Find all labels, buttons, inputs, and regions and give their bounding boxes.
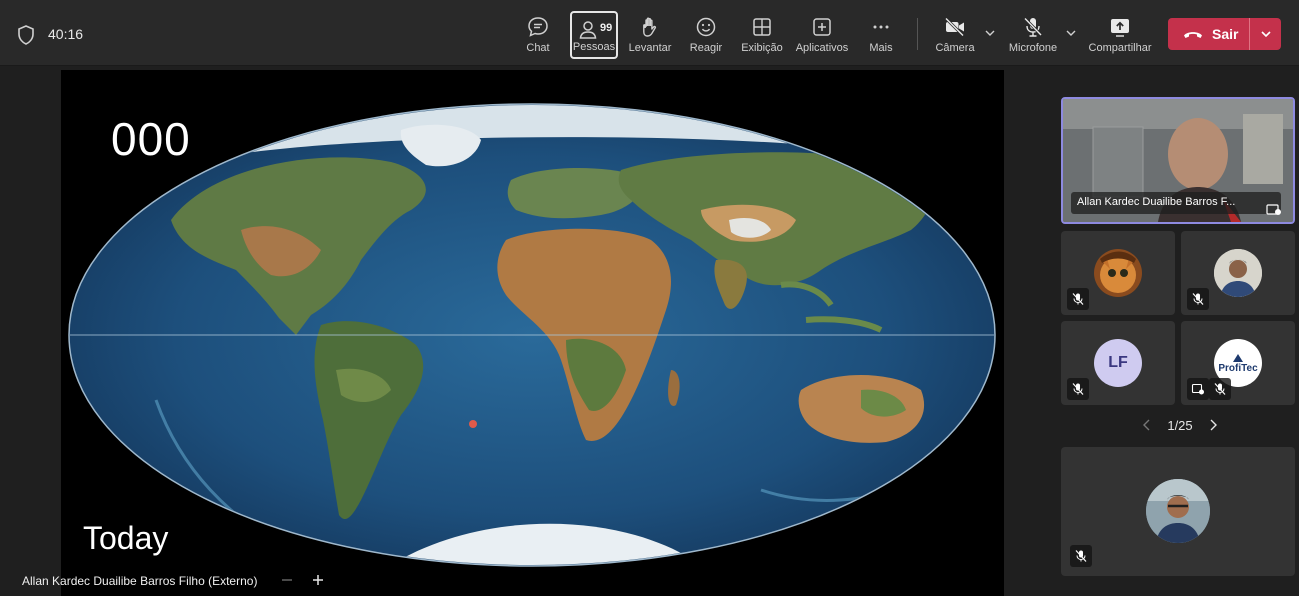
- plus-icon: [313, 575, 323, 585]
- person-photo-image: [1214, 249, 1262, 297]
- muted-indicator: [1067, 288, 1089, 310]
- featured-participant-tile[interactable]: Allan Kardec Duailibe Barros F...: [1061, 97, 1295, 224]
- muted-indicator: [1187, 288, 1209, 310]
- grid-icon: [753, 18, 771, 36]
- chat-label: Chat: [526, 42, 550, 54]
- hand-icon: [643, 17, 657, 37]
- apps-button[interactable]: Aplicativos: [794, 10, 850, 58]
- chevron-down-icon: [1260, 31, 1271, 38]
- participant-pager: 1/25: [1140, 416, 1220, 434]
- initials-avatar: LF: [1094, 339, 1142, 387]
- leave-options-button[interactable]: [1250, 18, 1281, 50]
- mic-off-icon: [1072, 383, 1084, 395]
- previous-page-chevron-icon[interactable]: [1140, 418, 1154, 432]
- camera-off-icon: [944, 17, 965, 37]
- chat-button[interactable]: Chat: [520, 10, 556, 58]
- participant-avatar: [1214, 249, 1262, 297]
- zoom-out-button[interactable]: [280, 570, 294, 590]
- person-photo-image: [1146, 479, 1210, 543]
- more-label: Mais: [869, 42, 893, 54]
- self-view-tile[interactable]: [1061, 447, 1295, 576]
- participant-avatar: [1094, 249, 1142, 297]
- profitec-logo-text: ProfiTec: [1218, 362, 1258, 374]
- mic-options-chevron-icon[interactable]: [1064, 26, 1078, 40]
- camera-button[interactable]: Câmera: [933, 10, 977, 58]
- zoom-in-button[interactable]: [311, 569, 325, 589]
- share-label: Compartilhar: [1088, 42, 1152, 54]
- raise-label: Levantar: [628, 42, 672, 54]
- muted-indicator: [1070, 545, 1092, 567]
- smiley-icon: [696, 17, 716, 37]
- people-count-badge: 99: [600, 22, 613, 34]
- participant-tile-puss[interactable]: [1061, 231, 1175, 315]
- toolbar-divider: [917, 18, 918, 50]
- slide-caption: Today: [83, 520, 169, 556]
- mic-label: Microfone: [1008, 42, 1058, 54]
- minus-icon: [282, 579, 292, 581]
- location-marker: [469, 420, 477, 428]
- leave-control: Sair: [1168, 18, 1281, 50]
- leave-button[interactable]: Sair: [1168, 18, 1250, 50]
- slide-counter: 000: [111, 113, 191, 165]
- participant-tile-man[interactable]: [1181, 231, 1295, 315]
- screen-share-indicator: [1187, 378, 1209, 400]
- camera-label: Câmera: [935, 42, 975, 54]
- next-page-chevron-icon[interactable]: [1206, 418, 1220, 432]
- muted-indicator: [1209, 378, 1231, 400]
- leave-label: Sair: [1212, 26, 1239, 42]
- person-icon: [579, 21, 597, 39]
- participant-tile-lf[interactable]: LF: [1061, 321, 1175, 405]
- screen-share-icon: [1191, 383, 1204, 395]
- self-avatar: [1146, 479, 1210, 543]
- shared-screen: 000 Today: [61, 70, 1004, 596]
- people-label: Pessoas: [572, 41, 616, 53]
- camera-options-chevron-icon[interactable]: [983, 26, 997, 40]
- meeting-toolbar: 40:16 Chat 99 Pessoas Levantar Reagir Ex…: [0, 0, 1299, 66]
- raise-hand-button[interactable]: Levantar: [628, 10, 672, 58]
- react-label: Reagir: [689, 42, 723, 54]
- world-map-image: [68, 103, 996, 567]
- hang-up-icon: [1184, 32, 1202, 38]
- mic-off-icon: [1192, 293, 1204, 305]
- share-screen-icon: [1111, 19, 1129, 37]
- react-button[interactable]: Reagir: [688, 10, 724, 58]
- shield-icon[interactable]: [17, 25, 35, 45]
- featured-participant-name: Allan Kardec Duailibe Barros F...: [1071, 192, 1281, 214]
- apps-label: Aplicativos: [795, 42, 849, 54]
- view-button[interactable]: Exibição: [740, 10, 784, 58]
- cat-avatar-image: [1100, 251, 1136, 293]
- chat-icon: [528, 17, 548, 37]
- presenter-name: Allan Kardec Duailibe Barros Filho (Exte…: [22, 574, 258, 588]
- muted-indicator: [1067, 378, 1089, 400]
- add-app-icon: [813, 18, 831, 36]
- meeting-timer: 40:16: [48, 26, 84, 42]
- people-button[interactable]: 99 Pessoas: [570, 11, 618, 59]
- view-label: Exibição: [741, 42, 783, 54]
- mic-off-icon: [1023, 17, 1043, 37]
- mic-off-icon: [1214, 383, 1226, 395]
- logo-mark-icon: [1233, 353, 1243, 362]
- share-button[interactable]: Compartilhar: [1086, 10, 1154, 58]
- more-icon: [873, 25, 889, 29]
- mic-off-icon: [1072, 293, 1084, 305]
- participant-tile-profitec[interactable]: ProfiTec: [1181, 321, 1295, 405]
- page-indicator: 1/25: [1167, 417, 1193, 433]
- microphone-button[interactable]: Microfone: [1006, 10, 1060, 58]
- mic-off-icon: [1075, 550, 1087, 562]
- participant-options-icon[interactable]: [1266, 203, 1282, 217]
- more-button[interactable]: Mais: [866, 10, 896, 58]
